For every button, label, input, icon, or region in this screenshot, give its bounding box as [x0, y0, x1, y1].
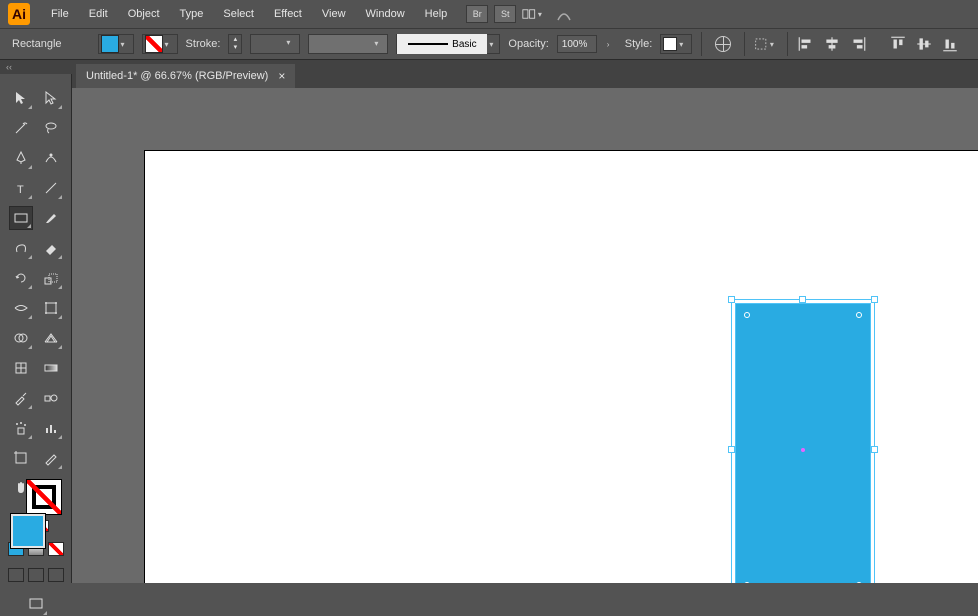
draw-behind-icon[interactable] — [28, 568, 44, 582]
options-bar: Rectangle ▾ ▾ Stroke: ▴▾ ▾ ▾ Basic▾ Opac… — [0, 28, 978, 60]
menu-type[interactable]: Type — [171, 4, 213, 24]
resize-handle[interactable] — [871, 296, 878, 303]
opacity-flyout-icon[interactable]: › — [607, 40, 617, 49]
shape-builder-tool[interactable] — [9, 326, 33, 350]
direct-selection-tool[interactable] — [39, 86, 63, 110]
menu-bar: Ai File Edit Object Type Select Effect V… — [0, 0, 978, 28]
graphic-style[interactable]: ▾ — [660, 34, 692, 54]
rotate-tool[interactable] — [9, 266, 33, 290]
align-hcenter-icon[interactable] — [823, 35, 841, 53]
arrange-documents-icon[interactable]: ▾ — [522, 2, 546, 26]
curvature-tool[interactable] — [39, 146, 63, 170]
stroke-color-icon[interactable] — [27, 480, 61, 514]
stroke-label: Stroke: — [186, 38, 221, 50]
shape-label: Rectangle — [12, 38, 62, 50]
artboard-tool[interactable] — [9, 446, 33, 470]
canvas[interactable] — [72, 88, 978, 583]
menu-object[interactable]: Object — [119, 4, 169, 24]
selection-bounding-box — [731, 299, 875, 583]
stroke-weight-stepper[interactable]: ▴▾ — [228, 34, 242, 54]
type-tool[interactable]: T — [9, 176, 33, 200]
blend-tool[interactable] — [39, 386, 63, 410]
artboard[interactable] — [144, 150, 978, 583]
menu-file[interactable]: File — [42, 4, 78, 24]
stroke-weight-input[interactable]: ▾ — [250, 34, 300, 54]
resize-handle[interactable] — [871, 446, 878, 453]
menu-edit[interactable]: Edit — [80, 4, 117, 24]
align-right-icon[interactable] — [849, 35, 867, 53]
brush-definition[interactable]: Basic▾ — [396, 34, 500, 54]
tools-collapse-icon[interactable]: ‹‹ — [0, 60, 72, 74]
variable-width-profile[interactable]: ▾ — [308, 34, 388, 54]
recolor-icon[interactable] — [711, 32, 735, 56]
column-graph-tool[interactable] — [39, 416, 63, 440]
magic-wand-tool[interactable] — [9, 116, 33, 140]
lasso-tool[interactable] — [39, 116, 63, 140]
shaper-tool[interactable] — [9, 236, 33, 260]
fill-color-icon[interactable] — [11, 514, 45, 548]
slice-tool[interactable] — [39, 446, 63, 470]
eyedropper-tool[interactable] — [9, 386, 33, 410]
resize-handle[interactable] — [799, 296, 806, 303]
align-vcenter-icon[interactable] — [915, 35, 933, 53]
menu-window[interactable]: Window — [357, 4, 414, 24]
menu-help[interactable]: Help — [416, 4, 457, 24]
fill-swatch[interactable]: ▾ — [98, 34, 134, 54]
none-mode-icon[interactable] — [48, 542, 64, 556]
bridge-icon[interactable]: Br — [466, 5, 488, 23]
document-tab-bar: Untitled-1* @ 66.67% (RGB/Preview) × — [0, 60, 978, 88]
free-transform-tool[interactable] — [39, 296, 63, 320]
stroke-swatch[interactable]: ▾ — [142, 34, 178, 54]
opacity-input[interactable]: 100% — [557, 35, 597, 53]
align-to-icon[interactable]: ▾ — [754, 32, 778, 56]
opacity-label: Opacity: — [508, 38, 548, 50]
stock-icon[interactable]: St — [494, 5, 516, 23]
draw-normal-icon[interactable] — [8, 568, 24, 582]
gradient-tool[interactable] — [39, 356, 63, 380]
pen-tool[interactable] — [9, 146, 33, 170]
app-logo-icon: Ai — [8, 3, 30, 25]
menu-view[interactable]: View — [313, 4, 355, 24]
draw-modes — [8, 568, 64, 582]
mesh-tool[interactable] — [9, 356, 33, 380]
draw-inside-icon[interactable] — [48, 568, 64, 582]
menu-effect[interactable]: Effect — [265, 4, 311, 24]
scale-tool[interactable] — [39, 266, 63, 290]
align-left-icon[interactable] — [797, 35, 815, 53]
style-label: Style: — [625, 38, 653, 50]
eraser-tool[interactable] — [39, 236, 63, 260]
tools-panel: T — [0, 74, 72, 583]
paintbrush-tool[interactable] — [39, 206, 63, 230]
align-bottom-icon[interactable] — [941, 35, 959, 53]
resize-handle[interactable] — [728, 296, 735, 303]
svg-text:T: T — [17, 184, 24, 196]
document-tab[interactable]: Untitled-1* @ 66.67% (RGB/Preview) × — [76, 64, 295, 88]
align-top-icon[interactable] — [889, 35, 907, 53]
symbol-sprayer-tool[interactable] — [9, 416, 33, 440]
resize-handle[interactable] — [728, 446, 735, 453]
line-segment-tool[interactable] — [39, 176, 63, 200]
screen-mode-icon[interactable] — [24, 592, 48, 616]
tab-title: Untitled-1* @ 66.67% (RGB/Preview) — [86, 70, 268, 82]
close-tab-icon[interactable]: × — [278, 69, 285, 83]
perspective-grid-tool[interactable] — [39, 326, 63, 350]
rectangle-tool[interactable] — [9, 206, 33, 230]
gpu-preview-icon[interactable] — [552, 2, 576, 26]
menu-select[interactable]: Select — [214, 4, 263, 24]
width-tool[interactable] — [9, 296, 33, 320]
selection-tool[interactable] — [9, 86, 33, 110]
